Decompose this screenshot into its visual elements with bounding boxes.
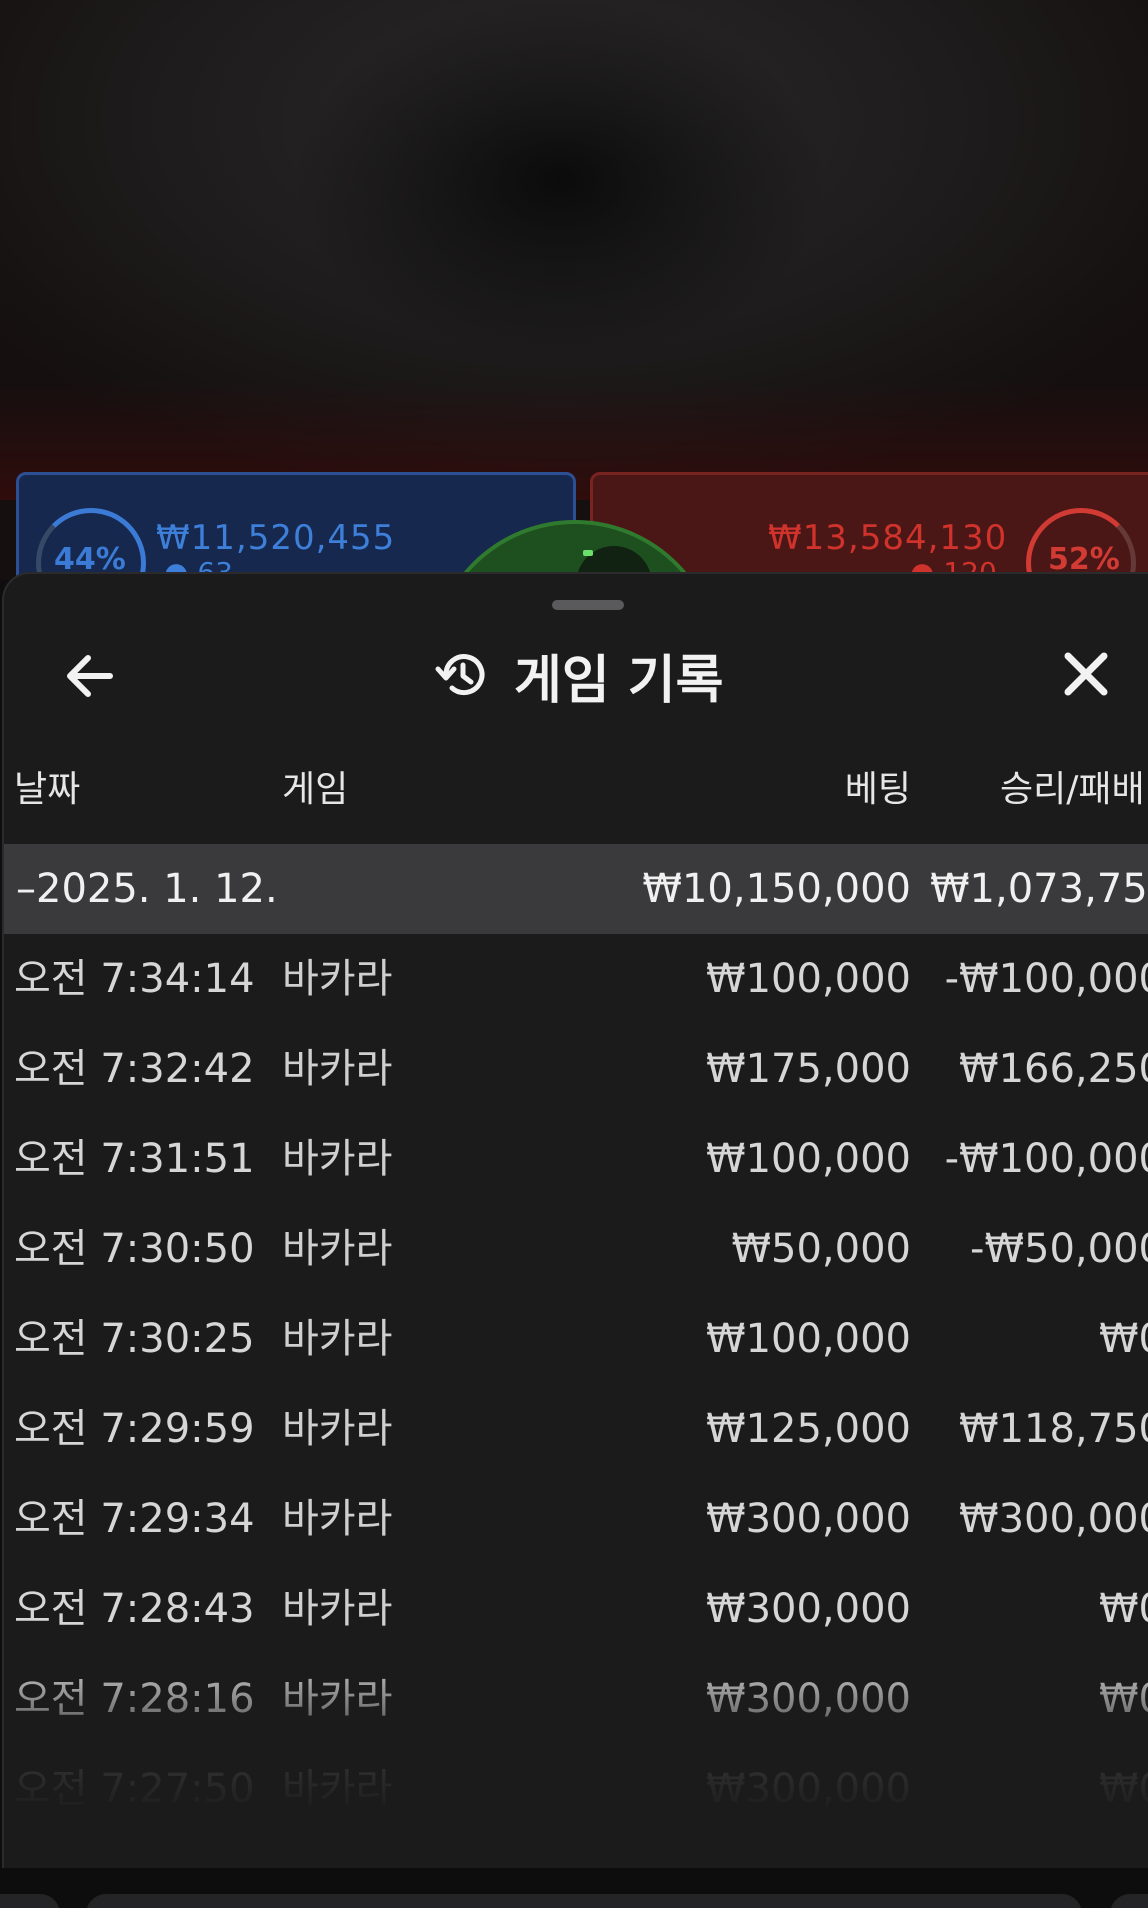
row-winloss: -₩50,000 — [970, 1226, 1148, 1272]
row-winloss: ₩118,750 — [959, 1406, 1148, 1452]
column-header-bet: 베팅 — [844, 769, 911, 810]
table-row[interactable]: 오전 7:27:50 바카라 ₩300,000 ₩0 — [4, 1744, 1148, 1834]
row-winloss: ₩0 — [1099, 1586, 1148, 1632]
row-game: 바카라 — [282, 1316, 393, 1362]
arrow-left-icon — [67, 655, 113, 697]
row-time: 오전 7:34:14 — [14, 956, 255, 1002]
table-row[interactable]: 오전 7:30:50 바카라 ₩50,000 -₩50,000 — [4, 1204, 1148, 1294]
row-bet: ₩50,000 — [731, 1226, 911, 1272]
row-winloss: -₩100,000 — [944, 956, 1148, 1002]
table-row[interactable]: 오전 7:31:51 바카라 ₩100,000 -₩100,000 — [4, 1114, 1148, 1204]
row-winloss: ₩0 — [1099, 1676, 1148, 1722]
page-title: 게임 기록 — [514, 650, 724, 711]
player-bet-total: ₩11,520,455 — [156, 518, 396, 558]
history-icon — [435, 654, 485, 696]
row-bet: ₩300,000 — [706, 1766, 911, 1812]
row-time: 오전 7:30:50 — [14, 1226, 255, 1272]
row-bet: ₩300,000 — [706, 1496, 911, 1542]
row-winloss: ₩166,250 — [959, 1046, 1148, 1092]
table-row[interactable]: 오전 7:34:14 바카라 ₩100,000 -₩100,000 — [4, 934, 1148, 1024]
history-rows: 오전 7:34:14 바카라 ₩100,000 -₩100,000 오전 7:3… — [4, 934, 1148, 1834]
tie-indicator-led — [583, 550, 593, 556]
sheet-header: 게임 기록 — [432, 642, 723, 711]
table-row[interactable]: 오전 7:29:34 바카라 ₩300,000 ₩300,000 — [4, 1474, 1148, 1564]
banker-bet-total: ₩13,584,130 — [768, 518, 1008, 558]
row-time: 오전 7:32:42 — [14, 1046, 255, 1092]
column-header-game: 게임 — [282, 769, 349, 810]
row-game: 바카라 — [282, 1046, 393, 1092]
day-summary-row[interactable]: –2025. 1. 12. ₩10,150,000 ₩1,073,750 — [4, 844, 1148, 934]
table-row[interactable]: 오전 7:30:25 바카라 ₩100,000 ₩0 — [4, 1294, 1148, 1384]
row-bet: ₩300,000 — [706, 1586, 911, 1632]
table-row[interactable]: 오전 7:28:16 바카라 ₩300,000 ₩0 — [4, 1654, 1148, 1744]
close-button[interactable] — [1054, 642, 1118, 706]
table-row[interactable]: 오전 7:29:59 바카라 ₩125,000 ₩118,750 — [4, 1384, 1148, 1474]
row-game: 바카라 — [282, 1226, 393, 1272]
row-time: 오전 7:31:51 — [14, 1136, 255, 1182]
column-header-winloss: 승리/패배 — [1000, 769, 1145, 810]
row-bet: ₩100,000 — [706, 1316, 911, 1362]
bottom-control[interactable] — [86, 1894, 1082, 1908]
back-button[interactable] — [58, 644, 122, 708]
day-summary-winloss: ₩1,073,750 — [930, 866, 1148, 912]
game-screen: 44% 52% ₩11,520,455 ₩13,584,130 ● 63 ● 1… — [0, 0, 1148, 1908]
row-time: 오전 7:28:43 — [14, 1586, 255, 1632]
day-summary-bet: ₩10,150,000 — [642, 866, 911, 912]
day-summary-date: –2025. 1. 12. — [16, 866, 278, 912]
row-game: 바카라 — [282, 1406, 393, 1452]
row-time: 오전 7:28:16 — [14, 1676, 255, 1722]
row-time: 오전 7:29:59 — [14, 1406, 255, 1452]
row-game: 바카라 — [282, 956, 393, 1002]
row-bet: ₩100,000 — [706, 956, 911, 1002]
row-game: 바카라 — [282, 1586, 393, 1632]
row-winloss: -₩100,000 — [944, 1136, 1148, 1182]
history-table-header: 날짜 게임 베팅 승리/패배 — [4, 760, 1148, 820]
game-history-sheet: 게임 기록 날짜 게임 베팅 승리/패배 –2025. 1. 12. ₩10,1… — [2, 572, 1148, 1868]
column-header-date: 날짜 — [14, 769, 81, 810]
close-icon — [1064, 652, 1108, 696]
row-bet: ₩175,000 — [706, 1046, 911, 1092]
row-game: 바카라 — [282, 1136, 393, 1182]
row-winloss: ₩300,000 — [959, 1496, 1148, 1542]
sheet-grabber[interactable] — [552, 600, 624, 610]
table-row[interactable]: 오전 7:32:42 바카라 ₩175,000 ₩166,250 — [4, 1024, 1148, 1114]
row-time: 오전 7:29:34 — [14, 1496, 255, 1542]
row-bet: ₩300,000 — [706, 1676, 911, 1722]
row-game: 바카라 — [282, 1676, 393, 1722]
row-bet: ₩125,000 — [706, 1406, 911, 1452]
row-winloss: ₩0 — [1099, 1766, 1148, 1812]
row-time: 오전 7:30:25 — [14, 1316, 255, 1362]
row-game: 바카라 — [282, 1766, 393, 1812]
table-row[interactable]: 오전 7:28:43 바카라 ₩300,000 ₩0 — [4, 1564, 1148, 1654]
row-winloss: ₩0 — [1099, 1316, 1148, 1362]
row-game: 바카라 — [282, 1496, 393, 1542]
row-time: 오전 7:27:50 — [14, 1766, 255, 1812]
row-bet: ₩100,000 — [706, 1136, 911, 1182]
